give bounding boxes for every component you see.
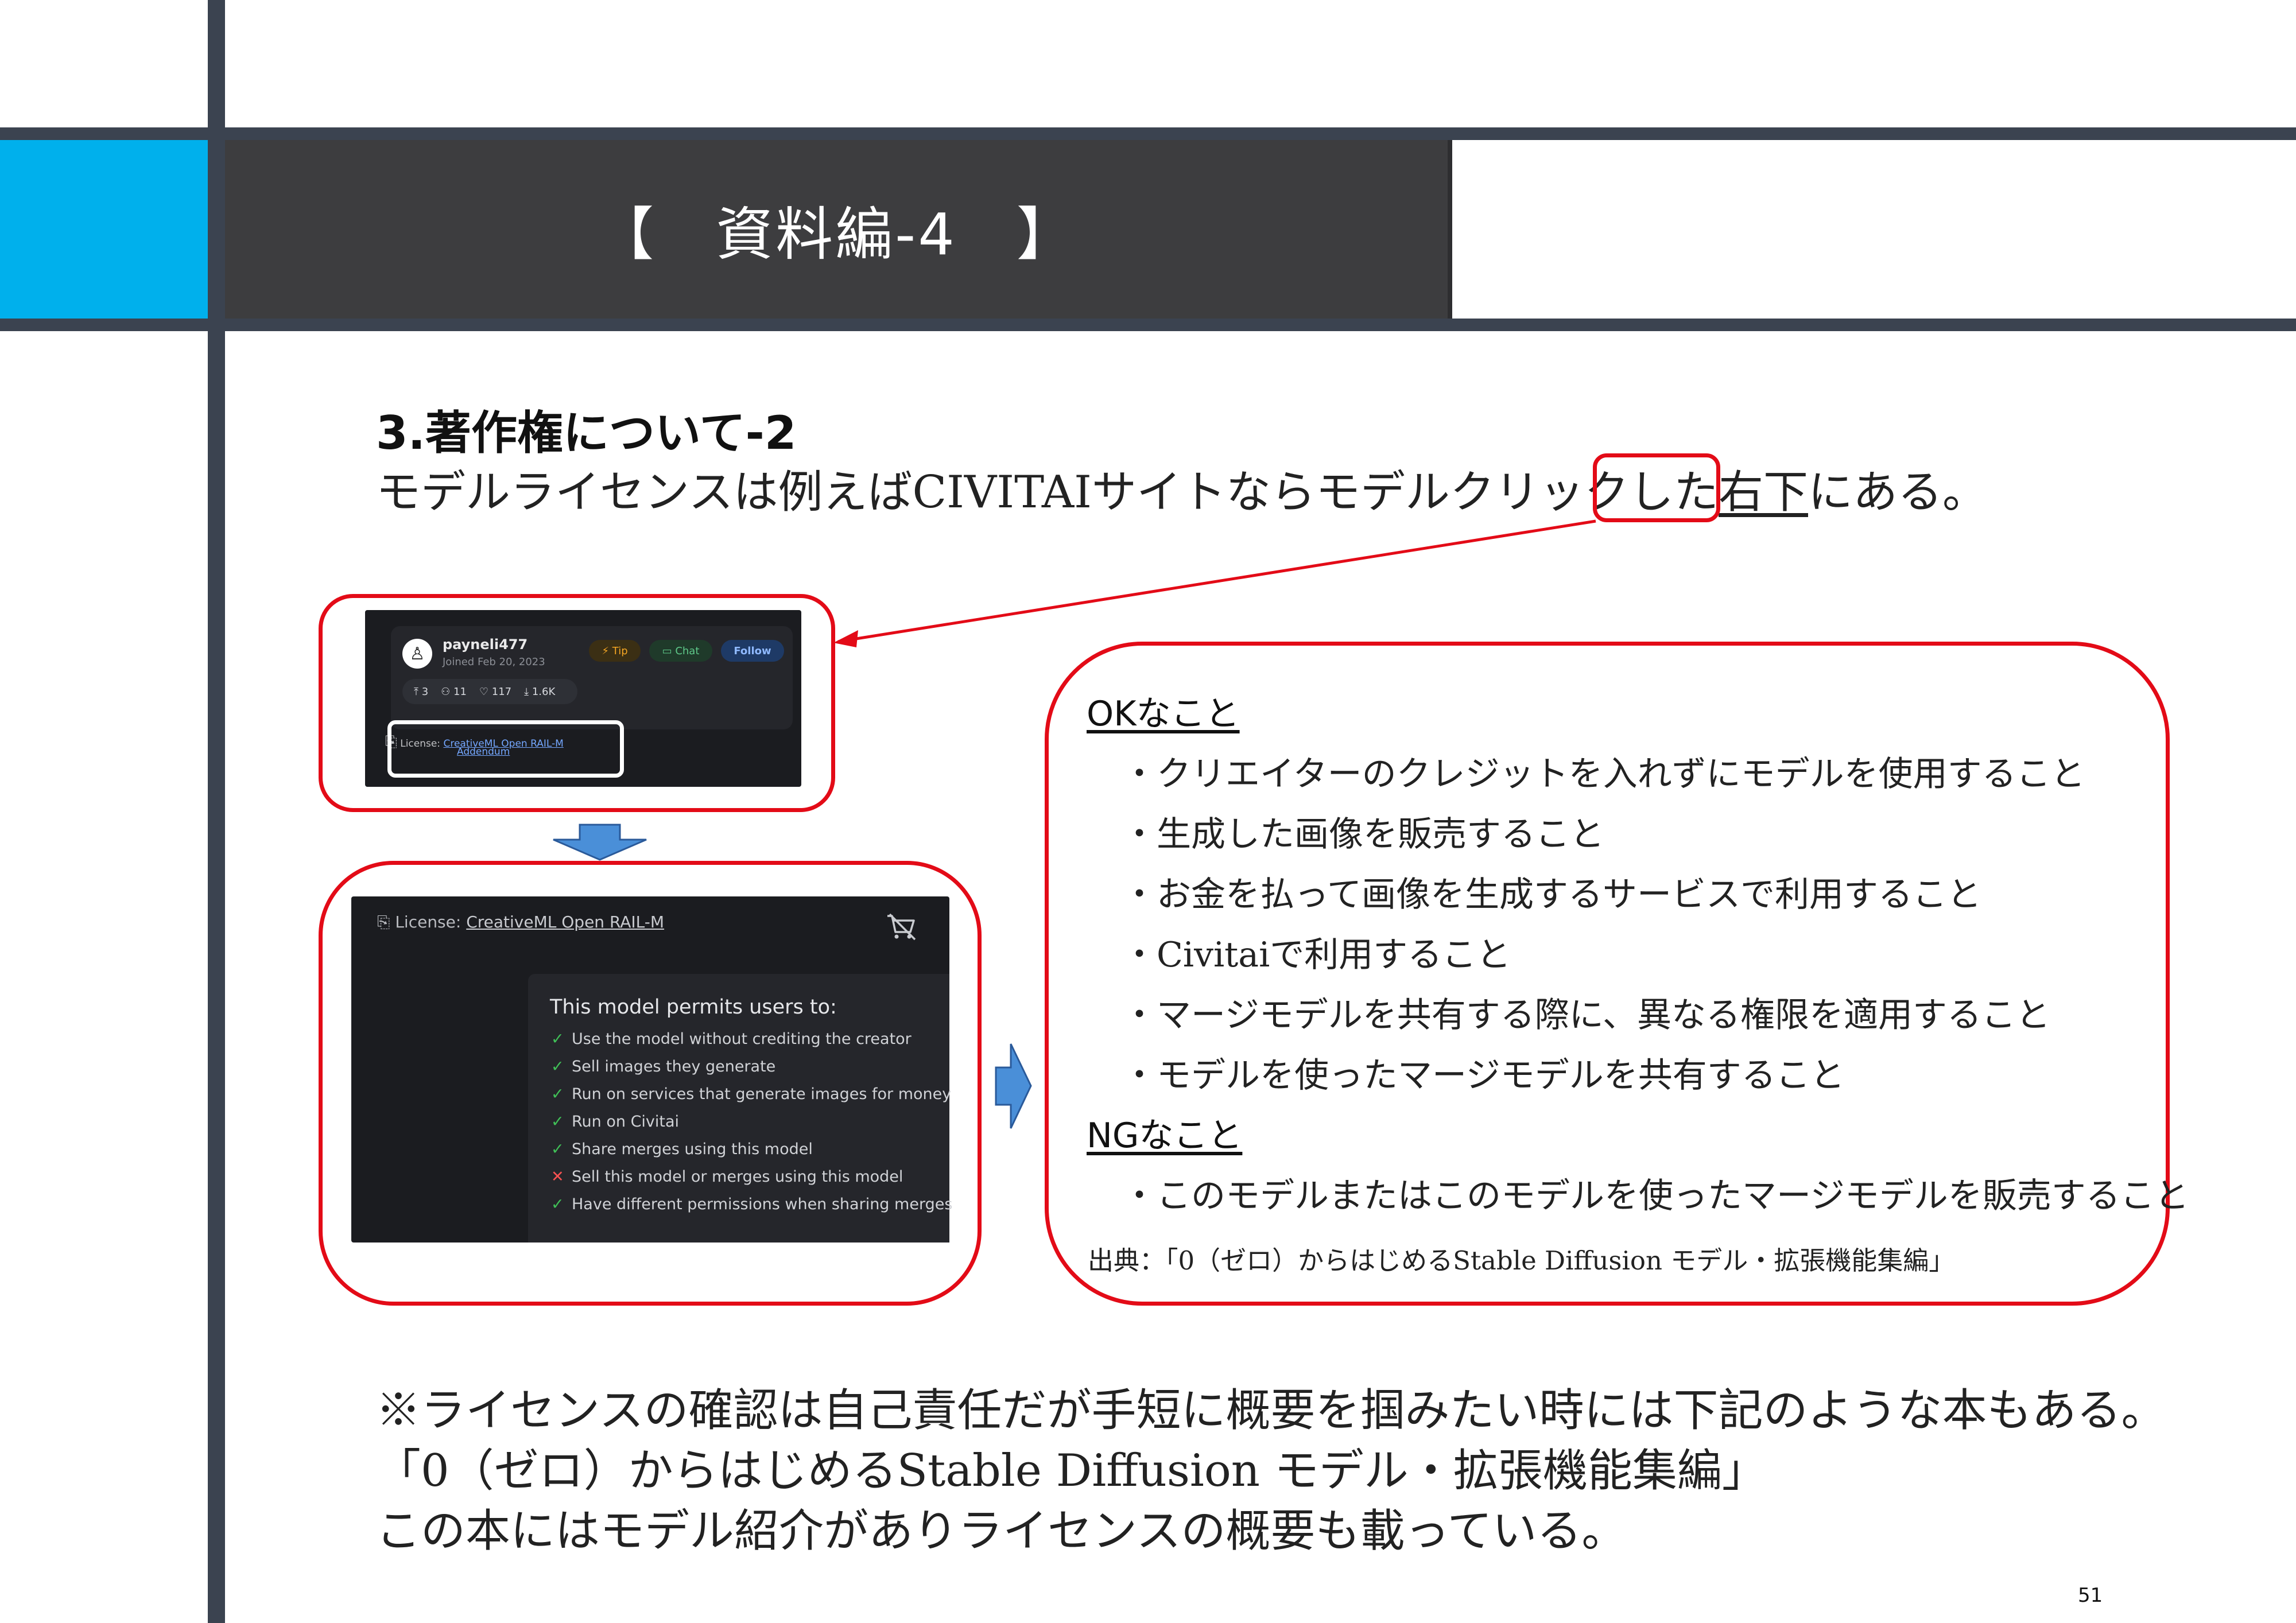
title-bar: 【 資料編-4 】 [225, 140, 1448, 319]
permission-item: ✓ Share merges using this model [551, 1140, 813, 1158]
intro-text: モデルライセンスは例えばCIVITAIサイトならモデルクリックした右下にある。 [376, 456, 1987, 521]
ok-item: ・クリエイターのクレジットを入れずにモデルを使用すること [1122, 754, 2085, 794]
permission-item: ✓ Run on services that generate images fo… [551, 1085, 952, 1103]
download-icon: ⤓ [524, 685, 532, 698]
chat-label: Chat [675, 644, 700, 657]
ok-item: ・生成した画像を販売すること [1122, 814, 1604, 855]
page-number: 51 [2078, 1584, 2103, 1607]
ok-item: ・Civitaiで利用すること [1122, 935, 1511, 975]
cross-icon: ✕ [551, 1168, 564, 1186]
permissions-popover: This model permits users to: ✓ Use the mo… [528, 974, 953, 1243]
upload-icon: ⤒ [414, 685, 422, 698]
license-link[interactable]: CreativeML Open RAIL-M [466, 913, 664, 931]
permission-item: ✓ Sell images they generate [551, 1058, 776, 1075]
chat-button[interactable]: ▭ Chat [649, 640, 712, 662]
check-icon: ✓ [551, 1030, 564, 1048]
uploads-stat: ⤒ 3 [414, 685, 429, 698]
profile-username[interactable]: payneli477 [443, 636, 528, 653]
permission-item: ✓ Have different permissions when sharing… [551, 1195, 953, 1213]
frame-bottom-rule [0, 319, 2296, 331]
frame-vertical-rule [208, 0, 225, 1623]
source-citation: 出典：「0（ゼロ）からはじめるStable Diffusion モデル・拡張機能… [1088, 1245, 1955, 1276]
license-highlight-box [387, 720, 624, 778]
likes-stat: ♡ 117 [479, 685, 512, 698]
check-icon: ✓ [551, 1058, 564, 1075]
slide-title: 【 資料編-4 】 [596, 201, 1076, 268]
license-screenshot: ⎘ License: CreativeML Open RAIL-M This m… [351, 896, 953, 1243]
accent-block [0, 140, 208, 319]
block-arrow-right-icon [995, 1043, 1032, 1129]
intro-highlight: 右下 [1718, 467, 1808, 518]
license-line: ⎘ License: CreativeML Open RAIL-M [377, 913, 664, 932]
ng-heading: NGなこと [1087, 1116, 1243, 1156]
note-line: ※ライセンスの確認は自己責任だが手短に概要を掴みたい時には下記のような本もある。 [376, 1385, 2166, 1436]
downloads-stat: ⤓ 1.6K [524, 685, 556, 698]
intro-text-after: にある。 [1808, 467, 1988, 518]
license-icon: ⎘ [377, 913, 390, 931]
note-line: この本にはモデル紹介がありライセンスの概要も載っている。 [376, 1505, 1627, 1557]
lightning-icon: ⚡ [602, 644, 612, 657]
permissions-title: This model permits users to: [550, 996, 837, 1019]
permission-item: ✕ Sell this model or merges using this mo… [551, 1168, 903, 1186]
check-icon: ✓ [551, 1195, 564, 1213]
cart-off-icon[interactable] [885, 913, 917, 941]
permission-item: ✓ Run on Civitai [551, 1113, 680, 1131]
profile-stats: ⤒ 3 ⚇ 11 ♡ 117 ⤓ 1.6K [402, 679, 577, 704]
ok-item: ・お金を払って画像を生成するサービスで利用すること [1122, 875, 1981, 915]
highlight-callout [1593, 453, 1720, 522]
ok-heading: OKなこと [1087, 694, 1240, 734]
chat-icon: ▭ [662, 644, 676, 657]
permission-item: ✓ Use the model without crediting the cre… [551, 1030, 912, 1048]
intro-text-before: モデルライセンスは例えばCIVITAIサイトならモデルクリックした [376, 467, 1719, 518]
license-prefix: License: [395, 913, 461, 931]
block-arrow-down-icon [553, 824, 647, 861]
note-line: 「0（ゼロ）からはじめるStable Diffusion モデル・拡張機能集編」 [376, 1445, 1767, 1497]
profile-joined-date: Joined Feb 20, 2023 [443, 656, 545, 668]
followers-stat: ⚇ 11 [441, 685, 467, 698]
title-bar-edge [1448, 140, 1452, 319]
users-icon: ⚇ [441, 685, 453, 698]
frame-top-rule [0, 127, 2296, 140]
check-icon: ✓ [551, 1140, 564, 1158]
tip-label: Tip [612, 644, 628, 657]
thumb-up-icon: ♡ [479, 685, 492, 698]
ng-item: ・このモデルまたはこのモデルを使ったマージモデルを販売すること [1122, 1176, 2189, 1216]
ok-item: ・モデルを使ったマージモデルを共有すること [1122, 1055, 1845, 1096]
tip-button[interactable]: ⚡ Tip [589, 640, 641, 662]
check-icon: ✓ [551, 1085, 564, 1103]
section-heading: 3.著作権について-2 [376, 406, 797, 460]
avatar[interactable]: ♙ [402, 639, 432, 669]
ok-item: ・マージモデルを共有する際に、異なる権限を適用すること [1122, 995, 2050, 1035]
check-icon: ✓ [551, 1113, 564, 1131]
follow-button[interactable]: Follow [721, 640, 784, 662]
